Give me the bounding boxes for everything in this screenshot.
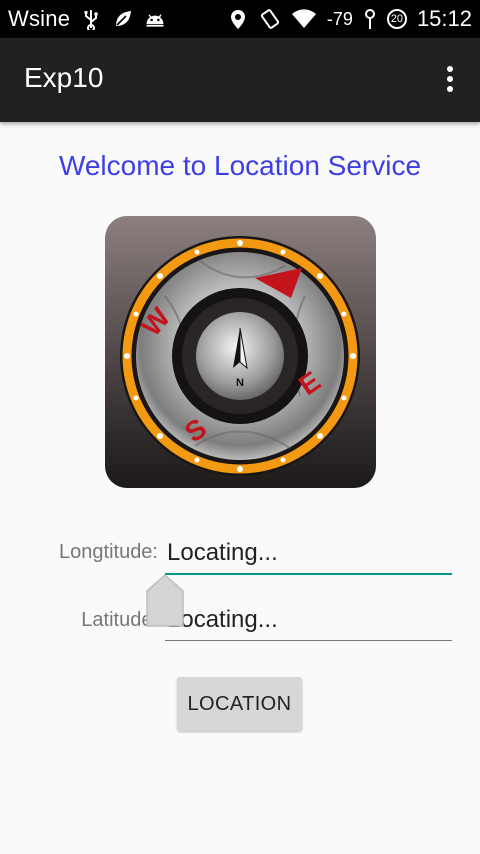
longitude-field[interactable]	[165, 533, 452, 575]
status-bar: Wsine -79 20 15:12	[0, 0, 480, 38]
status-bar-left: Wsine	[8, 0, 166, 38]
leaf-icon	[116, 11, 132, 26]
app-title: Exp10	[24, 62, 104, 93]
status-bar-right: -79 20 15:12	[227, 0, 472, 38]
signal-icon	[364, 9, 375, 29]
latitude-field[interactable]	[165, 600, 452, 641]
text-cursor-handle[interactable]	[146, 574, 184, 628]
rotate-icon	[260, 9, 280, 29]
compass-image: N W E S	[105, 216, 376, 488]
compass-needle-label: N	[236, 377, 244, 389]
location-icon	[230, 10, 245, 29]
clock: 15:12	[416, 6, 472, 31]
latitude-label: Latitude:	[81, 609, 158, 631]
usb-icon	[84, 10, 98, 30]
carrier-name: Wsine	[8, 6, 71, 31]
compass-icon: N W E S	[120, 236, 360, 476]
notification-count-badge: 20	[386, 9, 407, 29]
wifi-icon	[291, 9, 316, 28]
action-bar: Exp10	[0, 38, 480, 122]
welcome-heading: Welcome to Location Service	[58, 150, 422, 181]
signal-strength: -79	[326, 8, 353, 29]
android-icon	[146, 14, 164, 27]
location-button[interactable]: LOCATION	[177, 677, 302, 731]
overflow-menu-icon[interactable]	[438, 62, 462, 98]
longitude-label: Longtitude:	[59, 541, 158, 563]
